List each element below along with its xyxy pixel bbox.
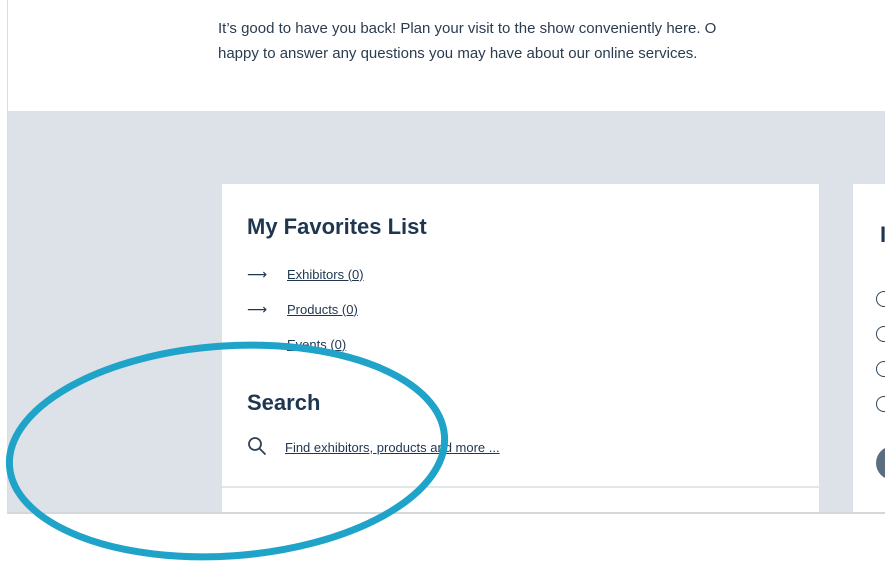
events-link[interactable]: Events (0) bbox=[287, 337, 346, 352]
favorites-item-events[interactable]: ⟶ Events (0) bbox=[247, 334, 346, 354]
arrow-right-icon: ⟶ bbox=[247, 265, 268, 282]
welcome-line-1: It’s good to have you back! Plan your vi… bbox=[218, 20, 717, 37]
products-link[interactable]: Products (0) bbox=[287, 302, 358, 317]
browser-frame: It’s good to have you back! Plan your vi… bbox=[7, 0, 885, 514]
arrow-right-icon: ⟶ bbox=[247, 300, 268, 317]
arrow-right-icon: ⟶ bbox=[247, 335, 268, 352]
radio-button[interactable] bbox=[876, 326, 885, 342]
radio-button[interactable] bbox=[876, 396, 885, 412]
favorites-title: My Favorites List bbox=[247, 214, 427, 239]
search-title: Search bbox=[247, 390, 321, 415]
search-icon bbox=[247, 436, 267, 459]
radio-button[interactable] bbox=[876, 361, 885, 377]
welcome-line-2: happy to answer any questions you may ha… bbox=[218, 45, 698, 62]
search-row[interactable]: Find exhibitors, products and more ... bbox=[247, 436, 500, 459]
favorites-item-products[interactable]: ⟶ Products (0) bbox=[247, 299, 358, 319]
second-card: I bbox=[853, 184, 885, 512]
avatar bbox=[876, 446, 885, 480]
radio-button[interactable] bbox=[876, 291, 885, 307]
welcome-text: It’s good to have you back! Plan your vi… bbox=[218, 16, 885, 66]
exhibitors-link[interactable]: Exhibitors (0) bbox=[287, 267, 364, 282]
card-divider bbox=[222, 486, 819, 488]
second-card-heading: I bbox=[880, 222, 885, 248]
favorites-item-exhibitors[interactable]: ⟶ Exhibitors (0) bbox=[247, 264, 364, 284]
content-background: My Favorites List ⟶ Exhibitors (0) ⟶ Pro… bbox=[8, 111, 885, 512]
favorites-card: My Favorites List ⟶ Exhibitors (0) ⟶ Pro… bbox=[222, 184, 819, 512]
search-link[interactable]: Find exhibitors, products and more ... bbox=[285, 440, 500, 455]
